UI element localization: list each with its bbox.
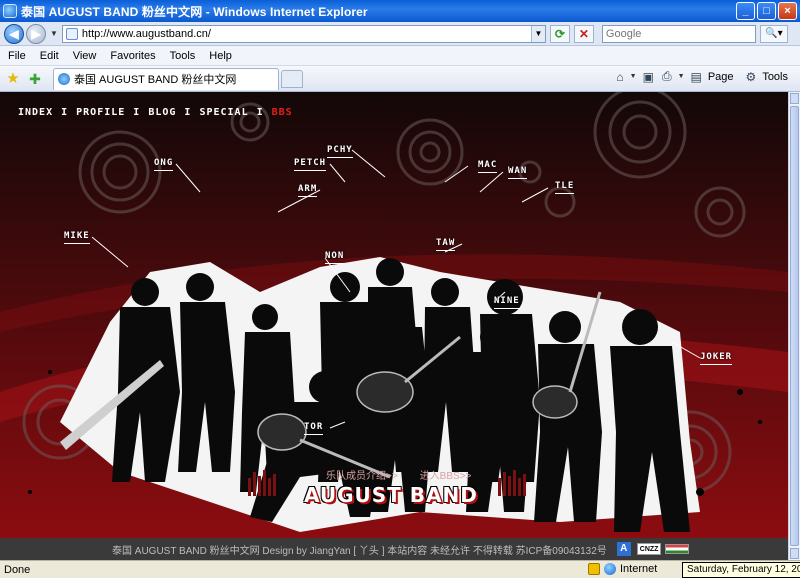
- home-dropdown-icon[interactable]: ▼: [630, 73, 637, 80]
- page-menu-icon[interactable]: ▤: [689, 70, 704, 84]
- member-label-taw[interactable]: TAW: [436, 238, 456, 251]
- nav-separator: I: [61, 107, 69, 118]
- menu-help[interactable]: Help: [209, 50, 232, 62]
- search-button[interactable]: 🔍▾: [759, 24, 788, 43]
- enter-bbs-link[interactable]: 进入BBS>>: [420, 467, 472, 482]
- scrollbar-thumb[interactable]: [790, 106, 799, 546]
- member-label-ong[interactable]: ONG: [154, 158, 174, 171]
- band-logo: AUGUST BAND: [304, 483, 478, 507]
- badge-a-icon[interactable]: A: [616, 542, 631, 556]
- address-dropdown-icon[interactable]: ▼: [530, 25, 545, 42]
- page-icon: [65, 27, 78, 40]
- tab-active[interactable]: 泰国 AUGUST BAND 粉丝中文网: [53, 67, 279, 90]
- site-footer: 泰国 AUGUST BAND 粉丝中文网 Design by JiangYan …: [0, 538, 788, 560]
- member-label-wan[interactable]: WAN: [508, 166, 528, 179]
- menu-edit[interactable]: Edit: [40, 50, 59, 62]
- command-bar: ⌂ ▼ ▣ ⎙ ▼ ▤ Page ⚙ Tools: [614, 69, 794, 84]
- member-label-pchy[interactable]: PCHY: [327, 145, 353, 158]
- member-label-mike[interactable]: MIKE: [64, 231, 90, 244]
- member-label-nine[interactable]: NINE: [494, 296, 520, 309]
- print-dropdown-icon[interactable]: ▼: [678, 73, 685, 80]
- maximize-button[interactable]: □: [757, 2, 776, 20]
- favorites-star-icon[interactable]: ★: [5, 70, 21, 87]
- flag-badge-icon[interactable]: [665, 544, 690, 554]
- members-intro-link[interactable]: 乐队成员介绍>>: [326, 467, 398, 482]
- internet-zone-icon: [604, 563, 616, 575]
- member-label-arm[interactable]: ARM: [298, 184, 318, 197]
- member-label-mac[interactable]: MAC: [478, 160, 498, 173]
- member-label-tle[interactable]: TLE: [555, 181, 575, 194]
- home-icon[interactable]: ⌂: [614, 70, 625, 84]
- close-button[interactable]: ×: [778, 2, 797, 20]
- tab-bar: ★ ✚ 泰国 AUGUST BAND 粉丝中文网 ⌂ ▼ ▣ ⎙ ▼ ▤ Pag…: [0, 66, 800, 92]
- feeds-icon[interactable]: ▣: [641, 70, 656, 84]
- search-input[interactable]: [605, 27, 755, 40]
- footer-text: 泰国 AUGUST BAND 粉丝中文网 Design by JiangYan …: [112, 545, 607, 557]
- nav-separator: I: [256, 107, 264, 118]
- menu-file[interactable]: File: [8, 50, 26, 62]
- forward-button[interactable]: ▶: [26, 23, 46, 44]
- status-text: Done: [4, 563, 31, 576]
- site-stage: INDEX I PROFILE I BLOG I SPECIAL I BBS M…: [0, 92, 788, 538]
- nav-separator: I: [184, 107, 192, 118]
- nav-separator: I: [133, 107, 141, 118]
- menu-bar: File Edit View Favorites Tools Help: [0, 46, 800, 66]
- tab-title: 泰国 AUGUST BAND 粉丝中文网: [74, 74, 237, 86]
- member-label-joker[interactable]: JOKER: [700, 352, 733, 365]
- promo-links: 乐队成员介绍>> 进入BBS>>: [326, 467, 471, 482]
- scroll-down-arrow-icon[interactable]: [790, 548, 799, 559]
- member-label-petch[interactable]: PETCH: [294, 158, 327, 171]
- print-icon[interactable]: ⎙: [660, 69, 674, 84]
- new-tab-button[interactable]: [281, 69, 303, 88]
- address-field[interactable]: http://www.augustband.cn/ ▼: [61, 24, 546, 43]
- ie-app-icon: [3, 4, 17, 18]
- nav-index[interactable]: INDEX: [18, 107, 53, 118]
- cnzz-badge[interactable]: CNZZ: [636, 543, 662, 555]
- recent-pages-dropdown-icon[interactable]: ▼: [50, 29, 58, 38]
- site-nav: INDEX I PROFILE I BLOG I SPECIAL I BBS: [18, 107, 293, 118]
- scroll-up-arrow-icon[interactable]: [790, 93, 799, 104]
- page-viewport: INDEX I PROFILE I BLOG I SPECIAL I BBS M…: [0, 92, 788, 560]
- security-zone[interactable]: Internet: [620, 563, 657, 575]
- refresh-button[interactable]: ⟳: [549, 24, 570, 43]
- vertical-scrollbar[interactable]: [788, 92, 800, 560]
- nav-special[interactable]: SPECIAL: [199, 107, 248, 118]
- window-title: 泰国 AUGUST BAND 粉丝中文网 - Windows Internet …: [21, 4, 368, 19]
- nav-profile[interactable]: PROFILE: [76, 107, 125, 118]
- tab-favicon-icon: [58, 73, 70, 85]
- date-tooltip: Saturday, February 12, 2011: [682, 562, 800, 578]
- stop-button[interactable]: ✕: [573, 24, 594, 43]
- tools-menu-icon[interactable]: ⚙: [744, 70, 759, 84]
- menu-favorites[interactable]: Favorites: [110, 50, 155, 62]
- status-bar: Done Internet Saturday, February 12, 201…: [0, 560, 800, 578]
- page-menu-button[interactable]: Page: [708, 71, 734, 83]
- window-controls: _ □ ×: [736, 2, 797, 20]
- add-favorites-icon[interactable]: ✚: [27, 71, 43, 87]
- menu-view[interactable]: View: [73, 50, 97, 62]
- menu-tools[interactable]: Tools: [170, 50, 196, 62]
- tools-menu-button[interactable]: Tools: [762, 71, 788, 83]
- back-button[interactable]: ◀: [4, 23, 24, 44]
- nav-blog[interactable]: BLOG: [148, 107, 176, 118]
- member-label-tor[interactable]: TOR: [304, 422, 324, 435]
- security-lock-icon: [588, 563, 600, 575]
- address-toolbar: ◀ ▶ ▼ http://www.augustband.cn/ ▼ ⟳ ✕ 🔍▾: [0, 22, 800, 46]
- minimize-button[interactable]: _: [736, 2, 755, 20]
- search-field[interactable]: [601, 24, 756, 43]
- window-title-bar[interactable]: 泰国 AUGUST BAND 粉丝中文网 - Windows Internet …: [0, 0, 800, 22]
- nav-bbs[interactable]: BBS: [272, 107, 293, 118]
- address-url[interactable]: http://www.augustband.cn/: [82, 28, 531, 40]
- member-label-non[interactable]: NON: [325, 251, 345, 264]
